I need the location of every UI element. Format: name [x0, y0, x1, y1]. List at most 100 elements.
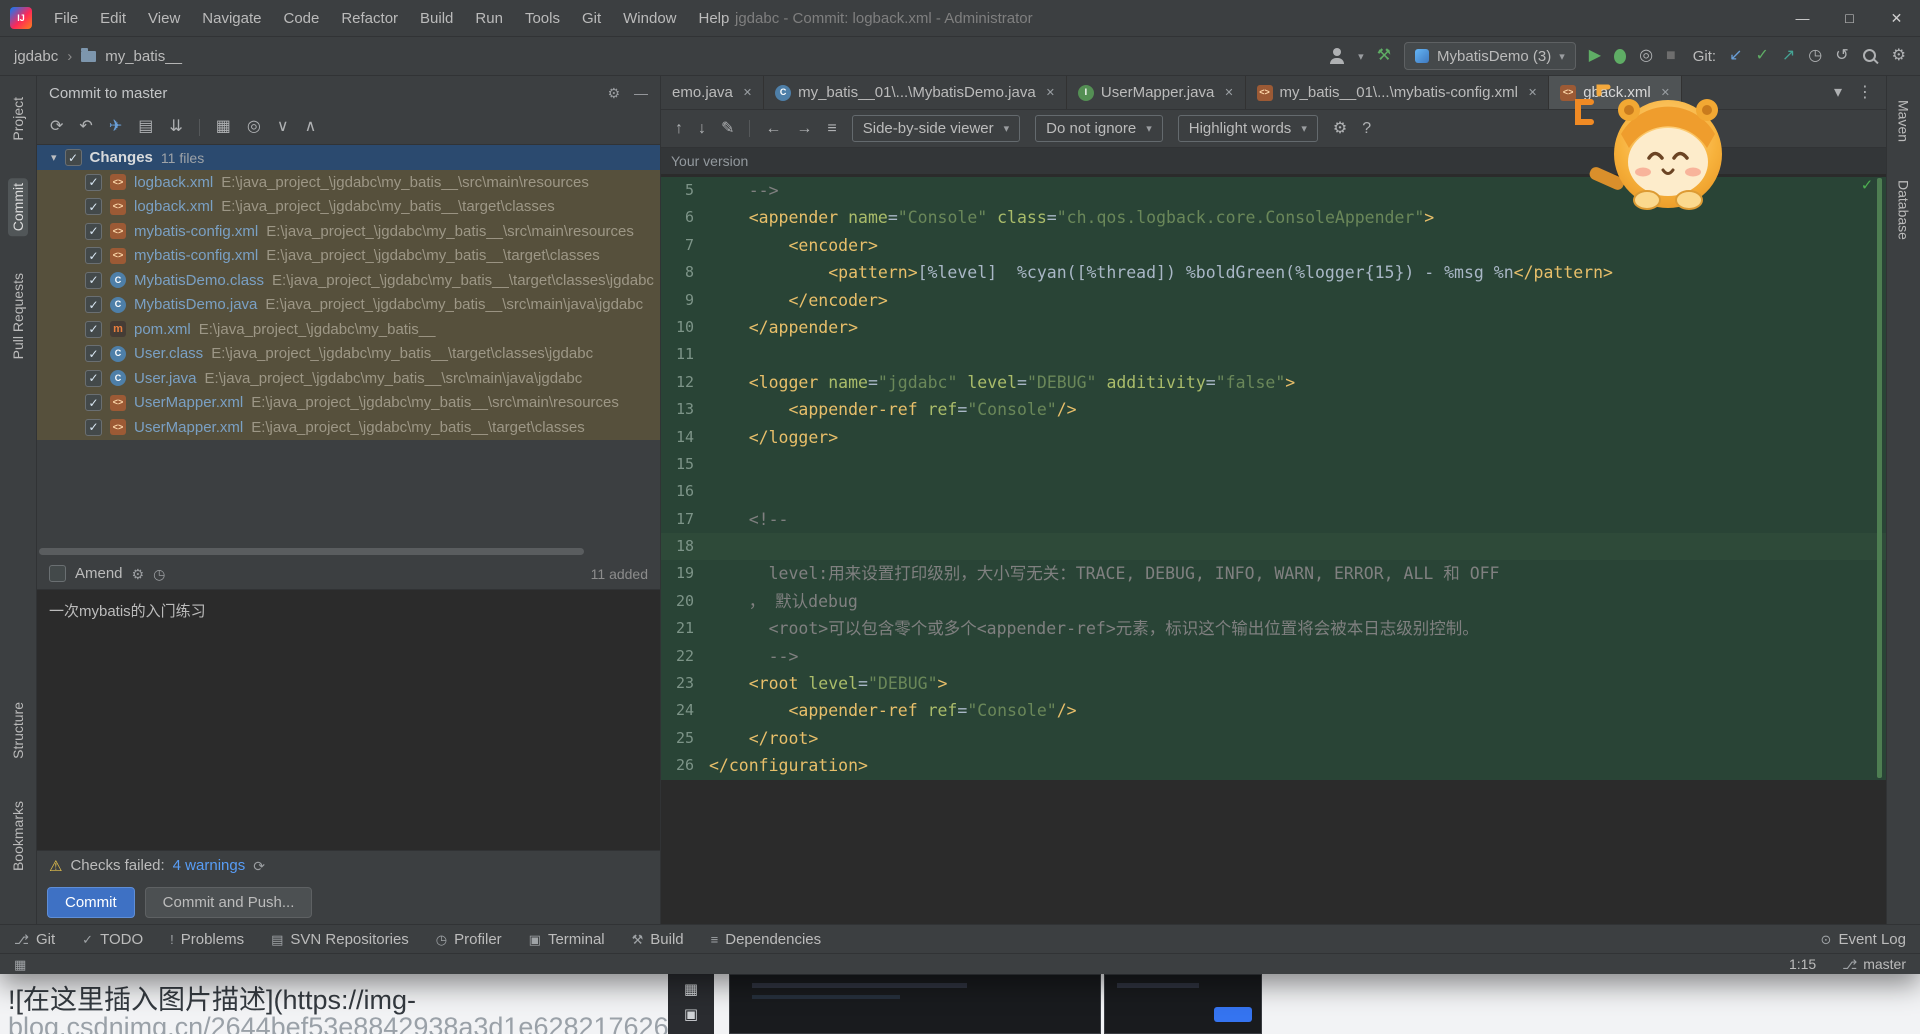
code-line[interactable]: 11	[661, 341, 1886, 368]
code-line[interactable]: 23 <root level="DEBUG">	[661, 670, 1886, 697]
refresh-icon[interactable]: ⟳	[50, 119, 63, 135]
scrollbar-thumb[interactable]	[39, 548, 584, 555]
menu-file[interactable]: File	[44, 6, 88, 31]
close-button[interactable]: ✕	[1873, 0, 1920, 36]
minimize-button[interactable]: —	[1779, 0, 1826, 36]
caret-position[interactable]: 1:15	[1789, 956, 1816, 972]
close-tab-icon[interactable]: ✕	[1046, 86, 1055, 99]
code-editor[interactable]: 5 -->6 <appender name="Console" class="c…	[661, 174, 1886, 924]
git-branch-widget[interactable]: ⎇ master	[1842, 956, 1906, 972]
code-line[interactable]: 12 <logger name="jgdabc" level="DEBUG" a…	[661, 369, 1886, 396]
menu-refactor[interactable]: Refactor	[331, 6, 408, 31]
code-line[interactable]: 24 <appender-ref ref="Console"/>	[661, 697, 1886, 724]
diff-settings-gear-icon[interactable]: ⚙	[1333, 121, 1347, 137]
maximize-button[interactable]: □	[1826, 0, 1873, 36]
unshelve-icon[interactable]: ⇊	[169, 119, 182, 135]
file-checkbox[interactable]: ✓	[85, 174, 102, 191]
toolwindow-button-problems[interactable]: !Problems	[170, 931, 244, 948]
chevron-down-icon[interactable]: ▾	[1358, 50, 1364, 63]
commit-message-input[interactable]: 一次mybatis的入门练习	[37, 589, 660, 851]
shelve-icon[interactable]: ✈	[109, 119, 122, 135]
stripe-item-database[interactable]: Database	[1896, 180, 1912, 240]
floating-sidebar-toolbar[interactable]: ▦ ▣	[668, 974, 714, 1034]
menu-run[interactable]: Run	[465, 6, 513, 31]
commit-check-icon[interactable]: ✓	[1755, 48, 1768, 64]
file-checkbox[interactable]: ✓	[85, 198, 102, 215]
menu-build[interactable]: Build	[410, 6, 463, 31]
editor-tab[interactable]: Cmy_batis__01\...\MybatisDemo.java✕	[764, 76, 1067, 109]
code-line[interactable]: 15	[661, 451, 1886, 478]
breadcrumb-item[interactable]: jgdabc	[14, 48, 58, 65]
file-checkbox[interactable]: ✓	[85, 419, 102, 436]
highlight-mode-select[interactable]: Highlight words ▾	[1178, 115, 1318, 142]
changes-root-row[interactable]: ▾ ✓ Changes 11 files	[37, 145, 660, 170]
code-line[interactable]: 8 <pattern>[%level] %cyan([%thread]) %bo…	[661, 259, 1886, 286]
message-history-icon[interactable]: ◷	[153, 567, 165, 581]
editor-tab[interactable]: emo.java✕	[661, 76, 764, 109]
code-line[interactable]: 26</configuration>	[661, 752, 1886, 779]
hide-panel-icon[interactable]: —	[634, 86, 648, 100]
run-configuration-select[interactable]: MybatisDemo (3) ▾	[1404, 42, 1576, 70]
toolwindow-button-dependencies[interactable]: ≡Dependencies	[711, 931, 822, 948]
code-line[interactable]: 9 </encoder>	[661, 287, 1886, 314]
changed-file-row[interactable]: ✓<>UserMapper.xmlE:\java_project_\jgdabc…	[37, 391, 660, 416]
prev-diff-icon[interactable]: ←	[765, 121, 781, 137]
viewer-mode-select[interactable]: Side-by-side viewer ▾	[852, 115, 1020, 142]
code-line[interactable]: 17 <!--	[661, 506, 1886, 533]
grid-icon[interactable]: ▦	[684, 982, 698, 997]
update-project-icon[interactable]: ↙	[1729, 48, 1742, 64]
edit-icon[interactable]: ✎	[721, 121, 734, 137]
menu-help[interactable]: Help	[689, 6, 740, 31]
file-checkbox[interactable]: ✓	[85, 394, 102, 411]
menu-code[interactable]: Code	[273, 6, 329, 31]
menu-window[interactable]: Window	[613, 6, 686, 31]
close-tab-icon[interactable]: ✕	[1224, 86, 1233, 99]
monitor-icon[interactable]: ▣	[684, 1007, 698, 1022]
changed-file-row[interactable]: ✓CMybatisDemo.javaE:\java_project_\jgdab…	[37, 293, 660, 318]
prev-change-icon[interactable]: ↑	[675, 121, 683, 137]
menu-git[interactable]: Git	[572, 6, 611, 31]
settings-gear-icon[interactable]: ⚙	[1892, 48, 1906, 64]
changed-file-row[interactable]: ✓<>logback.xmlE:\java_project_\jgdabc\my…	[37, 170, 660, 195]
diff-list-icon[interactable]: ≡	[827, 121, 836, 137]
editor-tab[interactable]: IUserMapper.java✕	[1067, 76, 1246, 109]
breadcrumb-item[interactable]: my_batis__	[105, 48, 182, 65]
toolwindow-button-todo[interactable]: ✓TODO	[82, 931, 143, 948]
rollback-icon[interactable]: ↶	[79, 119, 92, 135]
tabs-dropdown-icon[interactable]: ▾	[1834, 85, 1842, 101]
commit-options-gear-icon[interactable]: ⚙	[132, 567, 145, 581]
menu-edit[interactable]: Edit	[90, 6, 136, 31]
stripe-item-structure[interactable]: Structure	[8, 697, 28, 764]
menu-tools[interactable]: Tools	[515, 6, 570, 31]
code-line[interactable]: 25 </root>	[661, 725, 1886, 752]
stripe-item-commit[interactable]: Commit	[8, 178, 28, 236]
amend-label[interactable]: Amend	[75, 565, 123, 582]
screenshot-thumbnail[interactable]	[1104, 974, 1262, 1034]
ignore-policy-select[interactable]: Do not ignore ▾	[1035, 115, 1163, 142]
stripe-item-maven[interactable]: Maven	[1896, 100, 1912, 142]
file-checkbox[interactable]: ✓	[85, 247, 102, 264]
code-line[interactable]: 22 -->	[661, 643, 1886, 670]
code-line[interactable]: 20 ， 默认debug	[661, 588, 1886, 615]
changed-file-row[interactable]: ✓CUser.javaE:\java_project_\jgdabc\my_ba…	[37, 366, 660, 391]
event-log-button[interactable]: ⊙ Event Log	[1821, 931, 1906, 948]
file-checkbox[interactable]: ✓	[85, 345, 102, 362]
menu-navigate[interactable]: Navigate	[192, 6, 271, 31]
file-checkbox[interactable]: ✓	[85, 296, 102, 313]
toolwindow-button-profiler[interactable]: ◷Profiler	[436, 931, 502, 948]
warnings-link[interactable]: 4 warnings	[173, 857, 246, 874]
code-line[interactable]: 18	[661, 533, 1886, 560]
diff-added-marker[interactable]	[1877, 178, 1882, 778]
stripe-item-project[interactable]: Project	[8, 92, 28, 146]
user-account-icon[interactable]	[1329, 48, 1345, 64]
changed-file-row[interactable]: ✓<>logback.xmlE:\java_project_\jgdabc\my…	[37, 195, 660, 220]
code-line[interactable]: 16	[661, 478, 1886, 505]
changed-file-row[interactable]: ✓<>mybatis-config.xmlE:\java_project_\jg…	[37, 244, 660, 269]
changed-file-row[interactable]: ✓CMybatisDemo.classE:\java_project_\jgda…	[37, 268, 660, 293]
help-icon[interactable]: ?	[1362, 121, 1371, 137]
toolwindow-button-build[interactable]: ⚒Build	[632, 931, 684, 948]
close-tab-icon[interactable]: ✕	[1528, 86, 1537, 99]
changed-file-row[interactable]: ✓<>UserMapper.xmlE:\java_project_\jgdabc…	[37, 415, 660, 440]
screenshot-thumbnail[interactable]	[729, 974, 1101, 1034]
code-line[interactable]: 21 <root>可以包含零个或多个<appender-ref>元素，标识这个输…	[661, 615, 1886, 642]
